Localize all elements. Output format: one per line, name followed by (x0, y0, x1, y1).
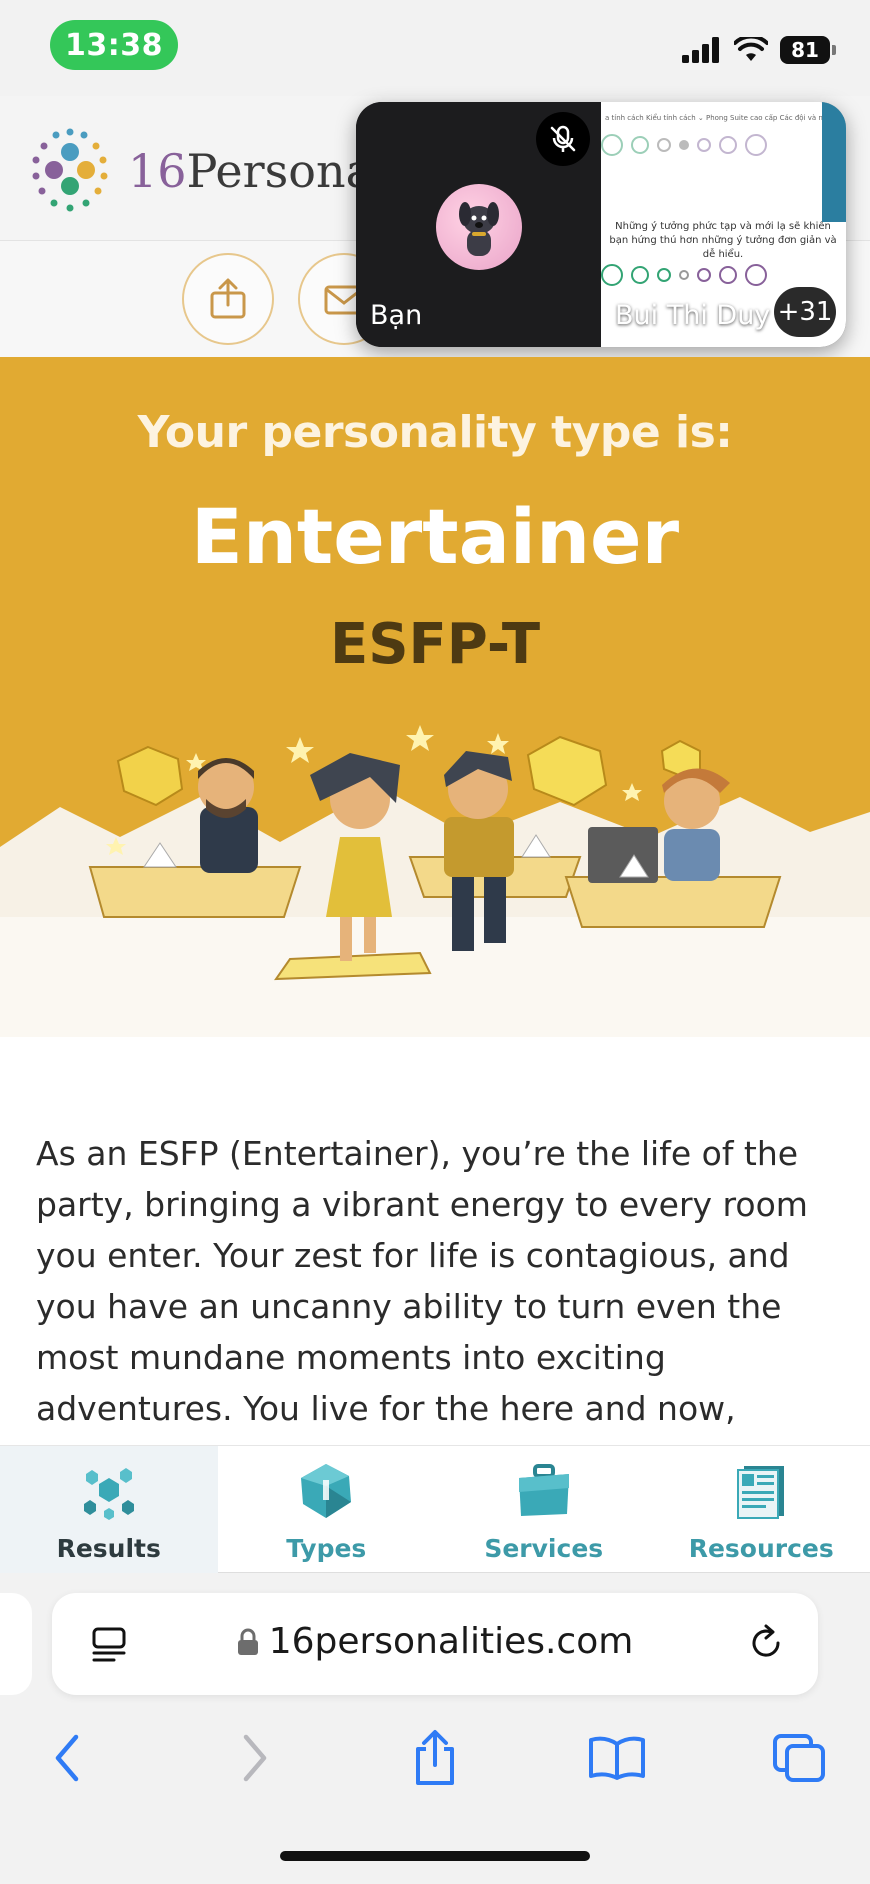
battery-icon: 81 (780, 36, 836, 64)
participant-count-badge[interactable]: +31 (774, 287, 836, 337)
browser-nav-row (0, 1723, 870, 1803)
wifi-icon (734, 37, 768, 61)
battery-level: 81 (780, 36, 830, 64)
previous-tab-peek[interactable] (0, 1593, 32, 1695)
shared-screen-question: Những ý tưởng phức tạp và mới lạ sẽ khiế… (609, 221, 837, 260)
types-icon (301, 1464, 352, 1518)
tab-resources-label: Resources (688, 1534, 834, 1563)
mic-off-icon (550, 125, 576, 152)
share-button[interactable] (182, 253, 274, 345)
logo-number: 16 (128, 144, 187, 198)
personality-type-code: ESFP-T (329, 612, 541, 677)
bookmarks-button[interactable] (582, 1723, 652, 1793)
self-video-tile[interactable]: Bạn (356, 102, 601, 347)
entertainer-illustration (0, 725, 870, 1037)
tab-types-label: Types (286, 1534, 367, 1563)
personality-type-name: Entertainer (190, 492, 680, 581)
shared-screen-menu: a tính cách Kiểu tính cách ⌄ Phong Suite… (605, 114, 846, 122)
remote-video-tile[interactable]: a tính cách Kiểu tính cách ⌄ Phong Suite… (601, 102, 846, 347)
video-call-pip[interactable]: Bạn a tính cách Kiểu tính cách ⌄ Phong S… (356, 102, 846, 347)
hero-subtitle: Your personality type is: (137, 407, 733, 458)
book-icon (589, 1736, 645, 1780)
services-icon (518, 1464, 569, 1516)
resources-icon (737, 1466, 785, 1519)
tabs-icon (773, 1734, 825, 1782)
reload-icon[interactable] (746, 1623, 786, 1663)
self-avatar (436, 184, 522, 270)
tab-resources[interactable]: Resources (653, 1446, 870, 1574)
share-icon (210, 278, 246, 319)
tab-types[interactable]: Types (218, 1446, 436, 1574)
share-sheet-button[interactable] (400, 1723, 470, 1793)
back-button[interactable] (32, 1723, 102, 1793)
logo-text[interactable]: 16Personal (128, 144, 388, 198)
tabs-button[interactable] (764, 1723, 834, 1793)
signal-icon (682, 37, 719, 63)
result-hero: Your personality type is: Entertainer ES… (0, 357, 870, 1037)
status-time: 13:38 (50, 20, 178, 70)
tab-results-label: Results (56, 1534, 161, 1563)
status-bar: 13:38 81 (0, 0, 870, 96)
results-icon (83, 1468, 134, 1520)
shared-screen-options-bottom (601, 264, 767, 286)
tab-results[interactable]: Results (0, 1446, 218, 1574)
logo-icon[interactable] (24, 124, 116, 216)
home-indicator (280, 1851, 590, 1861)
mic-muted-button[interactable] (536, 112, 590, 166)
chevron-right-icon (243, 1734, 267, 1782)
site-tab-bar: Results Types Services Resources (0, 1445, 870, 1574)
share-icon (416, 1730, 454, 1785)
shared-screen-options-top (601, 134, 767, 156)
browser-toolbar: 16personalities.com (0, 1573, 870, 1884)
tab-services-label: Services (484, 1534, 604, 1563)
status-icons: 81 (682, 36, 836, 64)
dog-avatar-icon (459, 202, 499, 256)
lock-icon (237, 1628, 258, 1655)
chevron-left-icon (55, 1734, 79, 1782)
address-bar[interactable]: 16personalities.com (52, 1593, 818, 1695)
self-label: Bạn (370, 300, 423, 331)
type-description: As an ESFP (Entertainer), you’re the lif… (36, 1134, 808, 1428)
url-display[interactable]: 16personalities.com (52, 1621, 818, 1662)
forward-button[interactable] (220, 1723, 290, 1793)
url-text: 16personalities.com (268, 1621, 634, 1662)
tab-services[interactable]: Services (435, 1446, 653, 1574)
remote-participant-name: Bui Thi Duy (615, 300, 771, 331)
